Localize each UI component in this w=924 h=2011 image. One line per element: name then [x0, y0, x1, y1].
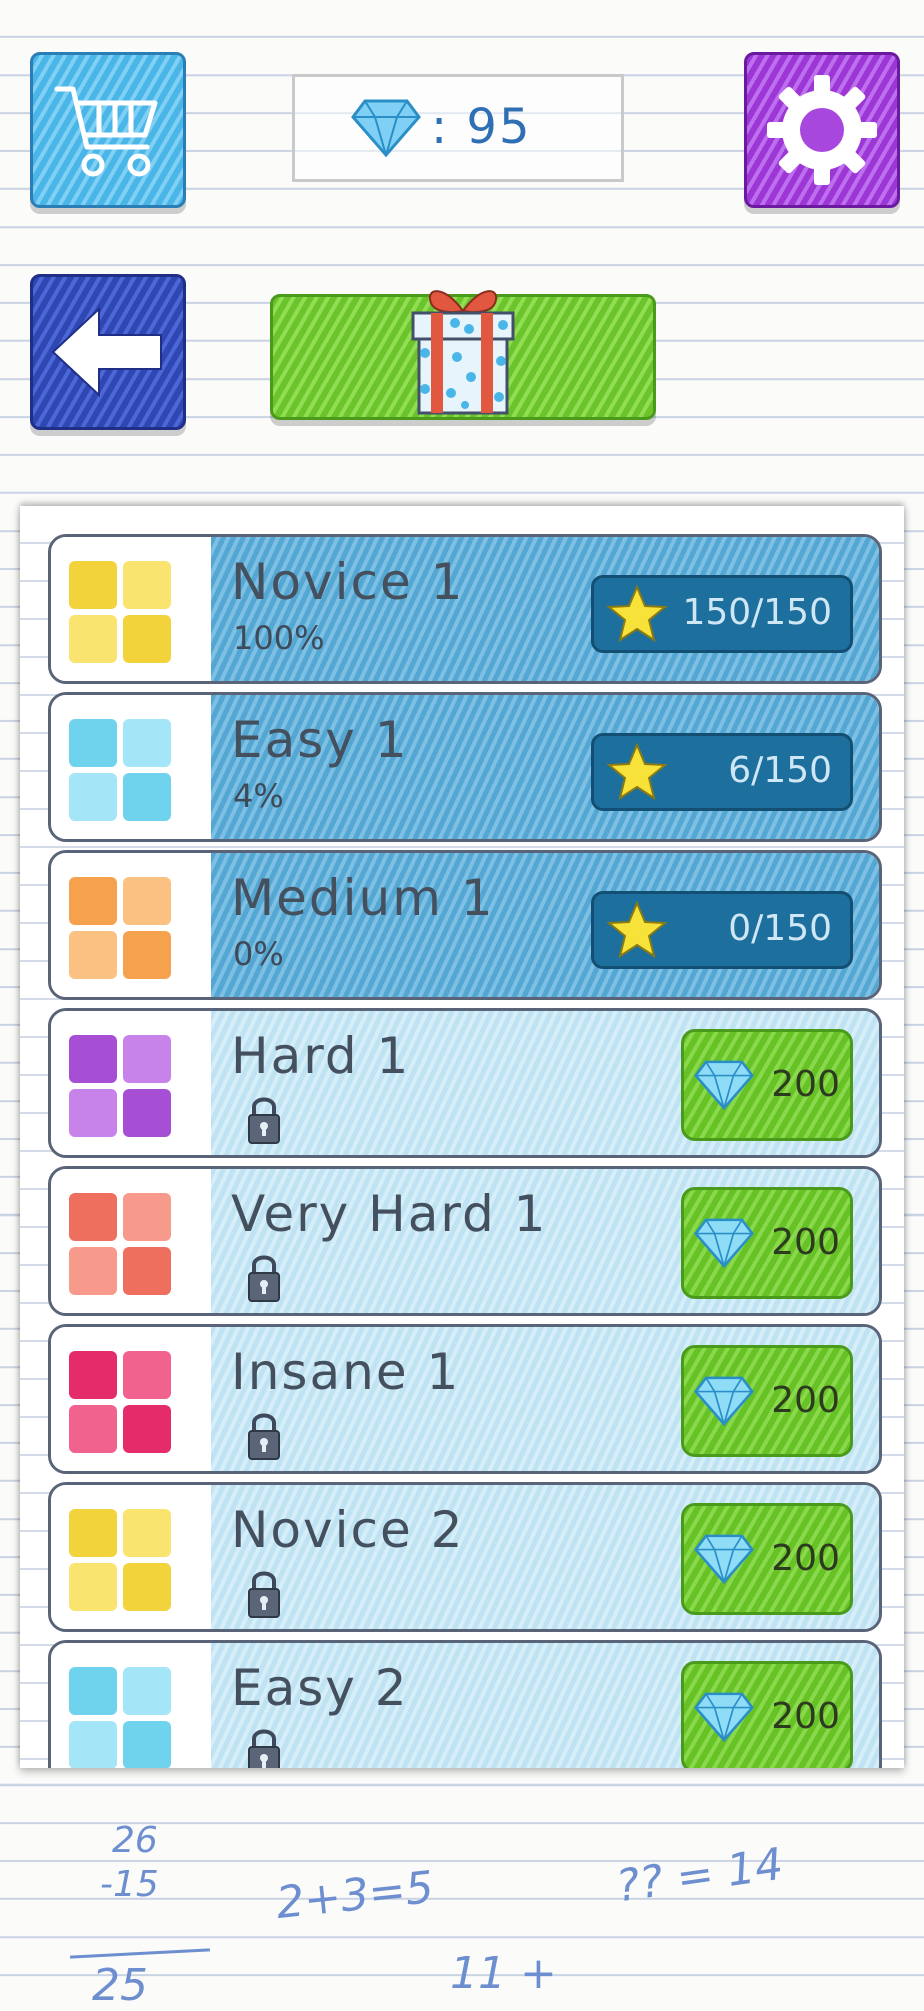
stars-badge: 150/150 — [591, 575, 853, 653]
level-row[interactable]: Easy 2 200 — [48, 1640, 882, 1768]
star-icon — [606, 900, 668, 959]
level-row[interactable]: Insane 1 200 — [48, 1324, 882, 1474]
level-title: Novice 2 — [231, 1501, 465, 1559]
level-tile-icon — [69, 1035, 171, 1137]
shop-button[interactable] — [30, 52, 186, 208]
lock-icon — [248, 1255, 280, 1302]
diamond-icon — [351, 99, 421, 157]
doodle-text: -15 — [100, 1864, 159, 1905]
lock-icon — [248, 1413, 280, 1460]
diamond-icon — [694, 1376, 754, 1426]
cart-icon — [54, 86, 158, 177]
level-tile-icon — [69, 1667, 171, 1768]
level-title: Easy 1 — [231, 711, 409, 769]
level-tile-icon — [69, 1351, 171, 1453]
unlock-price: 200 — [771, 1380, 840, 1421]
gift-button[interactable] — [270, 290, 656, 420]
back-button[interactable] — [30, 274, 186, 430]
doodle-text: 25 — [92, 1960, 148, 2011]
unlock-price: 200 — [771, 1222, 840, 1263]
unlock-price-button[interactable]: 200 — [681, 1029, 853, 1141]
level-tile-icon — [69, 877, 171, 979]
doodle-text: 26 — [112, 1820, 158, 1861]
gear-icon — [767, 75, 877, 185]
level-row[interactable]: Novice 2 200 — [48, 1482, 882, 1632]
gem-counter: : 95 — [292, 74, 624, 182]
settings-button[interactable] — [744, 52, 900, 208]
stars-badge: 0/150 — [591, 891, 853, 969]
arrow-left-icon — [51, 306, 162, 398]
level-row[interactable]: Easy 1 4% 6/150 — [48, 692, 882, 842]
diamond-icon — [694, 1692, 754, 1742]
lock-icon — [248, 1571, 280, 1618]
doodle-text: ?? = 14 — [613, 1838, 787, 1913]
unlock-price-button[interactable]: 200 — [681, 1345, 853, 1457]
level-tile-icon — [69, 1193, 171, 1295]
doodle-line — [70, 1948, 210, 1959]
level-row[interactable]: Very Hard 1 200 — [48, 1166, 882, 1316]
level-title: Insane 1 — [231, 1343, 461, 1401]
level-progress: 100% — [233, 619, 325, 657]
level-tile-icon — [69, 719, 171, 821]
level-progress: 0% — [233, 935, 284, 973]
level-row[interactable]: Medium 1 0% 0/150 — [48, 850, 882, 1000]
stars-count: 6/150 — [728, 750, 832, 791]
level-row[interactable]: Novice 1 100% 150/150 — [48, 534, 882, 684]
unlock-price: 200 — [771, 1538, 840, 1579]
star-icon — [606, 584, 668, 643]
unlock-price-button[interactable]: 200 — [681, 1503, 853, 1615]
stars-count: 0/150 — [728, 908, 832, 949]
unlock-price: 200 — [771, 1696, 840, 1737]
unlock-price-button[interactable]: 200 — [681, 1661, 853, 1768]
diamond-icon — [694, 1218, 754, 1268]
lock-icon — [248, 1097, 280, 1144]
level-title: Novice 1 — [231, 553, 465, 611]
level-title: Very Hard 1 — [231, 1185, 548, 1243]
gem-count: : 95 — [431, 99, 532, 155]
stars-count: 150/150 — [682, 592, 832, 633]
gift-icon — [411, 290, 515, 415]
star-icon — [606, 742, 668, 801]
lock-icon — [248, 1729, 280, 1768]
doodle-text: 11 + — [450, 1948, 557, 1999]
diamond-icon — [694, 1060, 754, 1110]
level-row[interactable]: Hard 1 200 — [48, 1008, 882, 1158]
level-title: Medium 1 — [231, 869, 495, 927]
doodle-text: 2+3=5 — [273, 1861, 436, 1930]
unlock-price-button[interactable]: 200 — [681, 1187, 853, 1299]
diamond-icon — [694, 1534, 754, 1584]
level-list[interactable]: Novice 1 100% 150/150 Easy 1 4% 6/150 Me… — [20, 506, 904, 1768]
level-title: Hard 1 — [231, 1027, 411, 1085]
level-progress: 4% — [233, 777, 284, 815]
level-tile-icon — [69, 561, 171, 663]
stars-badge: 6/150 — [591, 733, 853, 811]
level-title: Easy 2 — [231, 1659, 409, 1717]
level-tile-icon — [69, 1509, 171, 1611]
unlock-price: 200 — [771, 1064, 840, 1105]
